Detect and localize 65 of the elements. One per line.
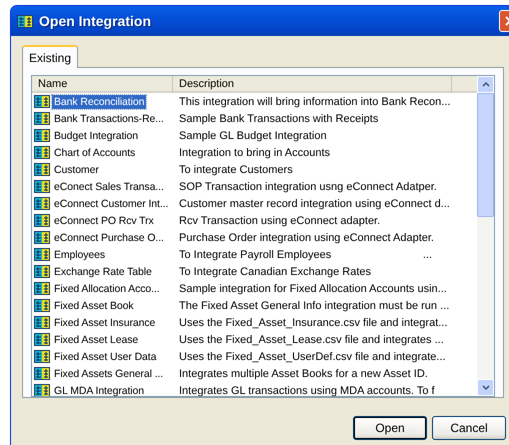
row-description: To Integrate Canadian Exchange Rates (178, 266, 372, 278)
scroll-down-button[interactable] (477, 379, 494, 396)
row-name[interactable]: eConect Sales Transa... (52, 180, 166, 194)
scroll-up-button[interactable] (477, 76, 494, 93)
grid-icon (34, 231, 50, 244)
scrollbar[interactable] (477, 76, 494, 396)
row-name[interactable]: GL MDA Integration (52, 384, 146, 396)
scroll-thumb[interactable] (477, 93, 494, 217)
grid-icon (34, 299, 50, 312)
row-description: SOP Transaction integration usng eConnect Adatper. (178, 180, 437, 192)
grid-icon (34, 180, 50, 193)
row-name[interactable]: Fixed Asset Lease (52, 332, 140, 346)
row-description: Uses the Fixed_Asset_UserDef.csv file and integrate... (178, 350, 446, 362)
grid-icon (34, 316, 50, 329)
row-name[interactable]: Fixed Asset User Data (52, 350, 158, 364)
row-description: Purchase Order integration using eConnect Adapter. (178, 232, 434, 244)
grid-icon (17, 14, 33, 28)
row-name[interactable]: eConnect Customer Int... (52, 196, 170, 210)
grid-icon (34, 214, 50, 227)
row-name[interactable]: eConnect PO Rcv Trx (52, 214, 156, 228)
row-description: Sample Bank Transactions with Receipts (178, 112, 378, 124)
column-header[interactable]: Name (32, 76, 173, 93)
row-description: Sample GL Budget Integration (178, 130, 327, 142)
row-name[interactable]: Employees (52, 248, 108, 262)
row-name[interactable]: Customer (52, 162, 101, 176)
tab[interactable]: Existing (22, 45, 78, 68)
row-name[interactable]: Fixed Assets General ... (52, 366, 166, 380)
row-description: Uses the Fixed_Asset_Lease.csv file and integrates ... (178, 334, 444, 346)
row-description: The Fixed Asset General Info integration must be run ... (178, 300, 450, 312)
row-name[interactable]: Fixed Asset Book (52, 298, 136, 312)
row-description: To Integrate Payroll Employees ... (178, 248, 432, 260)
row-name[interactable]: Fixed Allocation Acco... (52, 282, 162, 296)
grid-icon (34, 197, 50, 210)
grid-icon (34, 367, 50, 380)
grid-icon (34, 129, 50, 142)
row-description: Uses the Fixed_Asset_Insurance.csv file and integrat... (178, 316, 448, 328)
grid-icon (34, 163, 50, 176)
row-name[interactable]: Bank Reconciliation (52, 94, 146, 108)
row-name[interactable]: Bank Transactions-Re... (52, 112, 166, 126)
grid-icon (34, 265, 50, 278)
grid-icon (34, 384, 50, 396)
row-name[interactable]: Budget Integration (52, 128, 140, 142)
row-description: To integrate Customers (178, 164, 293, 176)
row-description: Integration to bring in Accounts (178, 146, 330, 158)
grid-icon (34, 350, 50, 363)
window-title: Open Integration (39, 13, 152, 29)
grid-icon (34, 112, 50, 125)
row-name[interactable]: Fixed Asset Insurance (52, 316, 158, 330)
grid-icon (34, 95, 50, 108)
column-header[interactable]: Description (173, 76, 452, 93)
row-description: Sample integration for Fixed Allocation Accounts usin... (178, 282, 447, 294)
grid-icon (34, 146, 50, 159)
grid-icon (34, 333, 50, 346)
row-description: Rcv Transaction using eConnect adapter. (178, 214, 380, 226)
grid-icon (34, 248, 50, 261)
dialog-button[interactable]: Cancel (432, 416, 506, 440)
row-description: Integrates GL transactions using MDA accounts. To f (178, 384, 435, 396)
row-name[interactable]: Exchange Rate Table (52, 264, 154, 278)
dialog-button[interactable]: Open (353, 416, 427, 440)
row-name[interactable]: Chart of Accounts (52, 146, 138, 160)
row-description: This integration will bring information into Bank Recon... (178, 96, 450, 108)
grid-icon (34, 282, 50, 295)
row-description: Customer master record integration using eConnect d... (178, 198, 450, 210)
row-name[interactable]: eConnect Purchase O... (52, 230, 166, 244)
row-description: Integrates multiple Asset Books for a new Asset ID. (178, 368, 428, 380)
